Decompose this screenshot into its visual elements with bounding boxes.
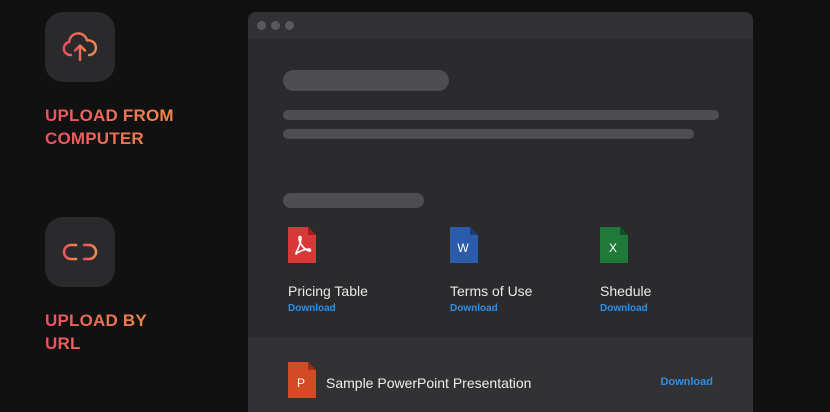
- svg-text:W: W: [457, 241, 469, 255]
- feature-label-line: UPLOAD FROM: [45, 106, 174, 125]
- window-close-dot[interactable]: [257, 21, 266, 30]
- placeholder-heading: [283, 70, 449, 91]
- svg-text:P: P: [297, 376, 305, 390]
- feature-label-line: COMPUTER: [45, 129, 144, 148]
- file-name[interactable]: Terms of Use: [450, 283, 532, 299]
- feature-label-line: UPLOAD BY: [45, 311, 147, 330]
- upload-from-computer-label: UPLOAD FROM COMPUTER: [45, 104, 174, 150]
- feature-label-line: URL: [45, 334, 81, 353]
- file-name[interactable]: Sample PowerPoint Presentation: [326, 375, 531, 391]
- cloud-upload-icon: [62, 32, 98, 62]
- svg-text:X: X: [609, 241, 617, 255]
- placeholder-subheading: [283, 193, 424, 208]
- preview-window: Pricing Table Download W Terms of Use Do…: [248, 12, 753, 412]
- window-maximize-dot[interactable]: [285, 21, 294, 30]
- download-link[interactable]: Download: [660, 376, 713, 388]
- window-minimize-dot[interactable]: [271, 21, 280, 30]
- placeholder-line: [283, 129, 694, 139]
- download-link[interactable]: Download: [450, 303, 498, 314]
- pdf-file-icon[interactable]: [288, 227, 316, 263]
- file-name[interactable]: Shedule: [600, 283, 651, 299]
- download-link[interactable]: Download: [288, 303, 336, 314]
- download-link[interactable]: Download: [600, 303, 648, 314]
- file-name[interactable]: Pricing Table: [288, 283, 368, 299]
- upload-from-computer-button[interactable]: [45, 12, 115, 82]
- word-file-icon[interactable]: W: [450, 227, 478, 263]
- featured-file-row: P Sample PowerPoint Presentation Downloa…: [248, 337, 753, 412]
- excel-file-icon[interactable]: X: [600, 227, 628, 263]
- window-titlebar: [248, 12, 753, 39]
- upload-by-url-label: UPLOAD BY URL: [45, 309, 147, 355]
- upload-by-url-button[interactable]: [45, 217, 115, 287]
- powerpoint-file-icon[interactable]: P: [288, 362, 316, 398]
- placeholder-line: [283, 110, 719, 120]
- link-icon: [62, 243, 98, 261]
